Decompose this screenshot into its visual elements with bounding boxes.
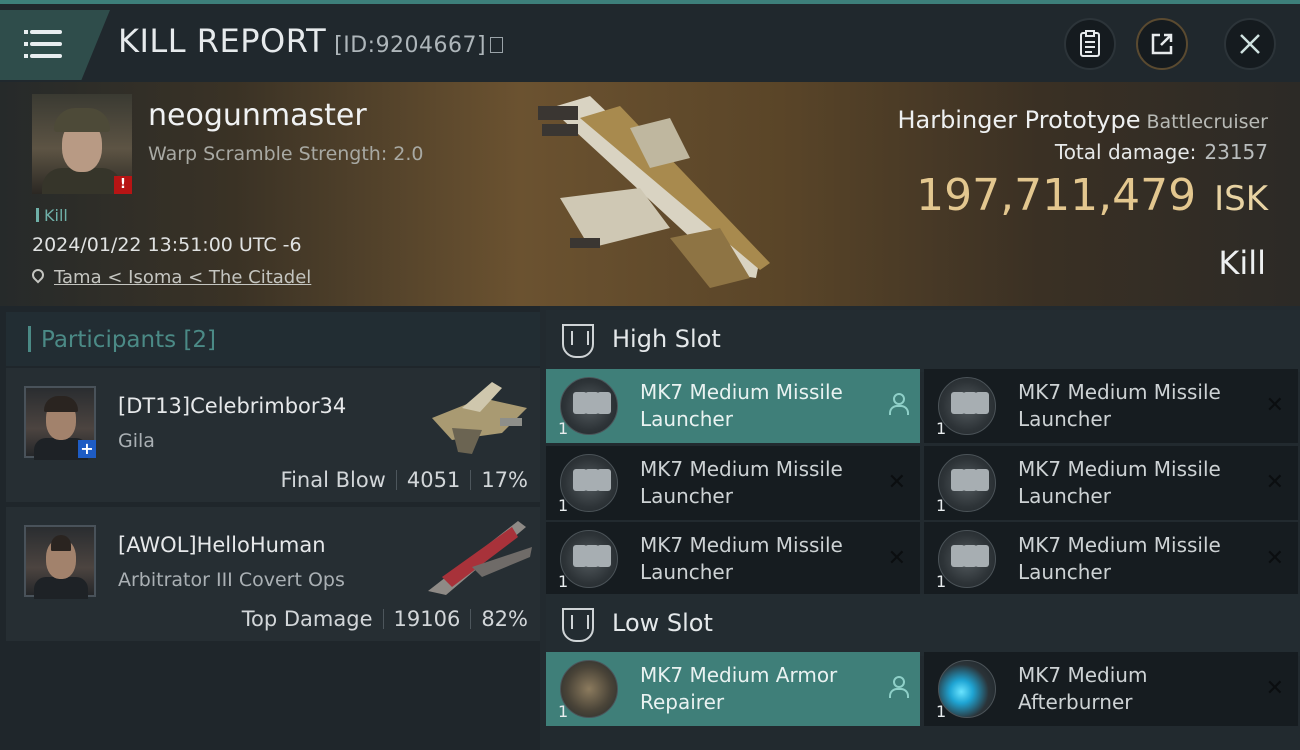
module-quantity: 1 [936,496,947,515]
module-quantity: 1 [936,419,947,438]
kill-datetime: 2024/01/22 13:51:00 UTC -6 [32,234,302,256]
participant-ship-image[interactable] [422,378,534,458]
afterburner-icon [938,660,996,718]
participant-percent: 82% [481,607,528,631]
isk-unit: ISK [1214,179,1268,219]
high-slot-title: High Slot [612,325,721,353]
missile-launcher-icon [560,454,618,512]
module-name: MK7 Medium Missile Launcher [640,457,843,508]
victim-name[interactable]: neogunmaster [148,98,367,133]
module-item[interactable]: 1 MK7 Medium Missile Launcher ✕ [924,369,1298,443]
module-name: MK7 Medium Afterburner [1018,663,1148,714]
module-item[interactable]: 1 MK7 Medium Afterburner ✕ [924,652,1298,726]
module-name: MK7 Medium Missile Launcher [1018,457,1221,508]
clipboard-icon [1080,30,1100,57]
module-name: MK7 Medium Missile Launcher [640,380,843,431]
title-text: KILL REPORT [118,22,327,60]
low-slot-icon [562,608,594,642]
participant-avatar[interactable] [24,525,96,599]
destroyed-icon: ✕ [887,546,906,571]
participant-stats: Top Damage 19106 82% [242,607,528,631]
module-quantity: 1 [558,702,569,721]
victim-ship: Harbinger Prototype Battlecruiser [897,106,1268,134]
module-item[interactable]: 1 MK7 Medium Missile Launcher ✕ [924,522,1298,596]
isk-amount: 197,711,479 [916,170,1197,221]
total-damage-label: Total damage: [1054,140,1197,164]
alert-icon: ! [114,176,132,194]
module-item[interactable]: 1 MK7 Medium Missile Launcher ✕ [924,446,1298,520]
module-quantity: 1 [558,496,569,515]
user-icon[interactable] [888,676,909,698]
high-slot-icon [562,324,594,358]
participant-percent: 17% [481,468,528,492]
participants-title: Participants [2] [28,326,216,353]
missile-launcher-icon [938,530,996,588]
module-name: MK7 Medium Armor Repairer [640,663,838,714]
module-name: MK7 Medium Missile Launcher [1018,533,1221,584]
armor-repairer-icon [560,660,618,718]
participant-damage: 4051 [406,468,461,492]
user-icon[interactable] [888,393,909,415]
clipboard-button[interactable] [1064,18,1116,70]
destroyed-icon: ✕ [1265,393,1284,418]
kill-location-link[interactable]: Tama < Isoma < The Citadel [29,266,312,288]
page-title: KILL REPORT [ID:9204667] [118,22,504,60]
total-damage-value: 23157 [1204,140,1268,164]
plus-icon: + [78,440,96,458]
low-slot-header: Low Slot [546,594,1300,656]
participant-damage: 19106 [393,607,461,631]
module-quantity: 1 [558,419,569,438]
high-slot-header: High Slot [546,310,1300,372]
missile-launcher-icon [560,377,618,435]
missile-launcher-icon [560,530,618,588]
menu-icon [24,28,64,60]
module-item[interactable]: 1 MK7 Medium Armor Repairer [546,652,920,726]
kill-tag: Kill [36,206,68,225]
missile-launcher-icon [938,377,996,435]
missile-launcher-icon [938,454,996,512]
share-icon [1151,33,1173,55]
header-bar: KILL REPORT [ID:9204667] [0,4,1300,82]
ship-name[interactable]: Harbinger Prototype [897,106,1140,134]
participant-ship: Gila [118,430,155,452]
report-id: [ID:9204667] [334,33,487,58]
ship-class: Battlecruiser [1146,111,1268,133]
close-icon [1240,34,1260,54]
destroyed-icon: ✕ [1265,470,1284,495]
module-quantity: 1 [936,572,947,591]
module-name: MK7 Medium Missile Launcher [640,533,843,584]
low-slot-title: Low Slot [612,609,713,637]
participant-role: Top Damage [241,607,373,631]
isk-value: 197,711,479 ISK [916,170,1268,221]
copy-icon[interactable] [490,37,504,53]
participant-name[interactable]: [AWOL]HelloHuman [118,533,326,557]
participant-role: Final Blow [280,468,386,492]
module-item[interactable]: 1 MK7 Medium Missile Launcher [546,369,920,443]
menu-button[interactable] [0,10,110,80]
location-pin-icon [29,266,47,284]
module-name: MK7 Medium Missile Launcher [1018,380,1221,431]
close-button[interactable] [1224,18,1276,70]
warp-scramble-strength: Warp Scramble Strength: 2.0 [148,143,424,165]
participant-row[interactable]: + [DT13]Celebrimbor34 Gila Final Blow 405… [6,368,540,502]
location-text: Tama < Isoma < The Citadel [54,267,312,288]
module-item[interactable]: 1 MK7 Medium Missile Launcher ✕ [546,522,920,596]
total-damage: Total damage: 23157 [1055,140,1268,164]
participant-ship: Arbitrator III Covert Ops [118,569,345,591]
module-item[interactable]: 1 MK7 Medium Missile Launcher ✕ [546,446,920,520]
participant-name[interactable]: [DT13]Celebrimbor34 [118,394,346,418]
participant-row[interactable]: [AWOL]HelloHuman Arbitrator III Covert O… [6,507,540,641]
destroyed-icon: ✕ [1265,676,1284,701]
module-quantity: 1 [936,702,947,721]
kill-result: Kill [1218,244,1266,282]
participant-ship-image[interactable] [422,517,534,597]
participant-stats: Final Blow 4051 17% [281,468,528,492]
victim-ship-image[interactable] [520,88,780,300]
destroyed-icon: ✕ [887,470,906,495]
module-quantity: 1 [558,572,569,591]
share-button[interactable] [1136,18,1188,70]
destroyed-icon: ✕ [1265,546,1284,571]
participant-avatar[interactable]: + [24,386,96,460]
